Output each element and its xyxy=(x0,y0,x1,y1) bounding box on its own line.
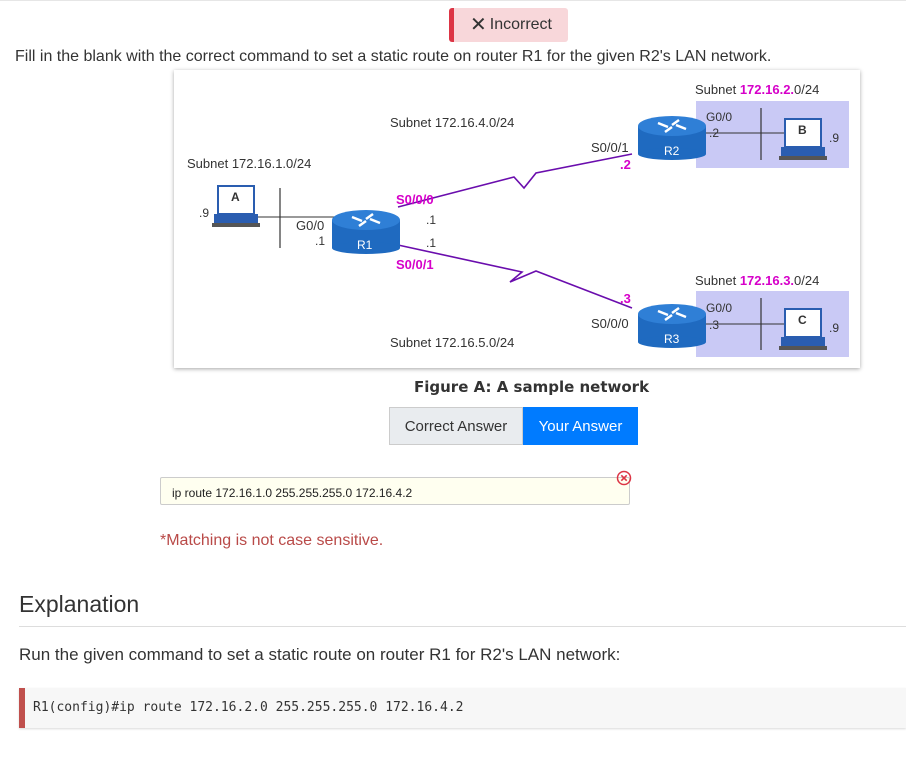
top-divider xyxy=(0,0,906,1)
pc-b-label: B xyxy=(798,123,807,137)
r2-g00-label: G0/0 xyxy=(706,110,733,124)
tab-your-answer[interactable]: Your Answer xyxy=(523,407,638,445)
tab-correct-answer[interactable]: Correct Answer xyxy=(389,407,523,445)
r3-g00-label: G0/0 xyxy=(706,301,733,315)
r1-s001-ip: .1 xyxy=(426,236,437,250)
explanation-code-block: R1(config)#ip route 172.16.2.0 255.255.2… xyxy=(19,688,906,728)
r1-s000-label: S0/0/0 xyxy=(396,192,434,207)
router-r1-label: R1 xyxy=(357,238,373,252)
pc-a-label: A xyxy=(231,190,240,204)
r2-s001-label: S0/0/1 xyxy=(591,140,629,155)
question-text: Fill in the blank with the correct comma… xyxy=(15,48,772,65)
r3-g00-ip: .3 xyxy=(709,318,720,332)
subnet-r1-r3-label: Subnet 172.16.5.0/24 xyxy=(390,335,515,350)
status-badge: ✕ Incorrect xyxy=(449,8,568,42)
matching-note: *Matching is not case sensitive. xyxy=(160,532,384,549)
subnet-r1-r2-label: Subnet 172.16.4.0/24 xyxy=(390,115,515,130)
r2-s001-ip: .2 xyxy=(620,157,631,172)
subnet-r3-lan-label: Subnet 172.16.3.0/24 xyxy=(695,273,820,288)
r1-g00-ip: .1 xyxy=(315,234,326,248)
router-r2-label: R2 xyxy=(664,144,680,158)
pc-c-label: C xyxy=(798,313,807,327)
explanation-text: Run the given command to set a static ro… xyxy=(19,645,621,664)
host-c-label: .9 xyxy=(829,321,840,335)
close-icon: ✕ xyxy=(469,14,487,36)
answer-input[interactable]: ip route 172.16.1.0 255.255.255.0 172.16… xyxy=(160,477,630,505)
error-circle-x-icon xyxy=(616,470,632,486)
r1-g00-label: G0/0 xyxy=(296,218,325,233)
network-diagram-graphics xyxy=(212,101,849,357)
network-diagram: Subnet 172.16.1.0/24 Subnet 172.16.4.0/2… xyxy=(174,70,860,368)
r3-s000-ip: .3 xyxy=(620,291,631,306)
r1-s000-ip: .1 xyxy=(426,213,437,227)
explanation-divider xyxy=(19,626,906,627)
r3-s000-label: S0/0/0 xyxy=(591,316,629,331)
subnet-r1-lan-label: Subnet 172.16.1.0/24 xyxy=(187,156,312,171)
link-r1-r3 xyxy=(397,244,633,309)
status-text: Incorrect xyxy=(489,16,552,33)
host-b-label: .9 xyxy=(829,131,840,145)
subnet-r2-lan-label: Subnet 172.16.2.0/24 xyxy=(695,82,820,97)
router-r3-label: R3 xyxy=(664,332,680,346)
explanation-title: Explanation xyxy=(19,591,140,617)
r2-g00-ip: .2 xyxy=(709,126,720,140)
figure-caption: Figure A: A sample network xyxy=(414,378,650,396)
r1-s001-label: S0/0/1 xyxy=(396,257,434,272)
host-a-label: .9 xyxy=(199,206,210,220)
